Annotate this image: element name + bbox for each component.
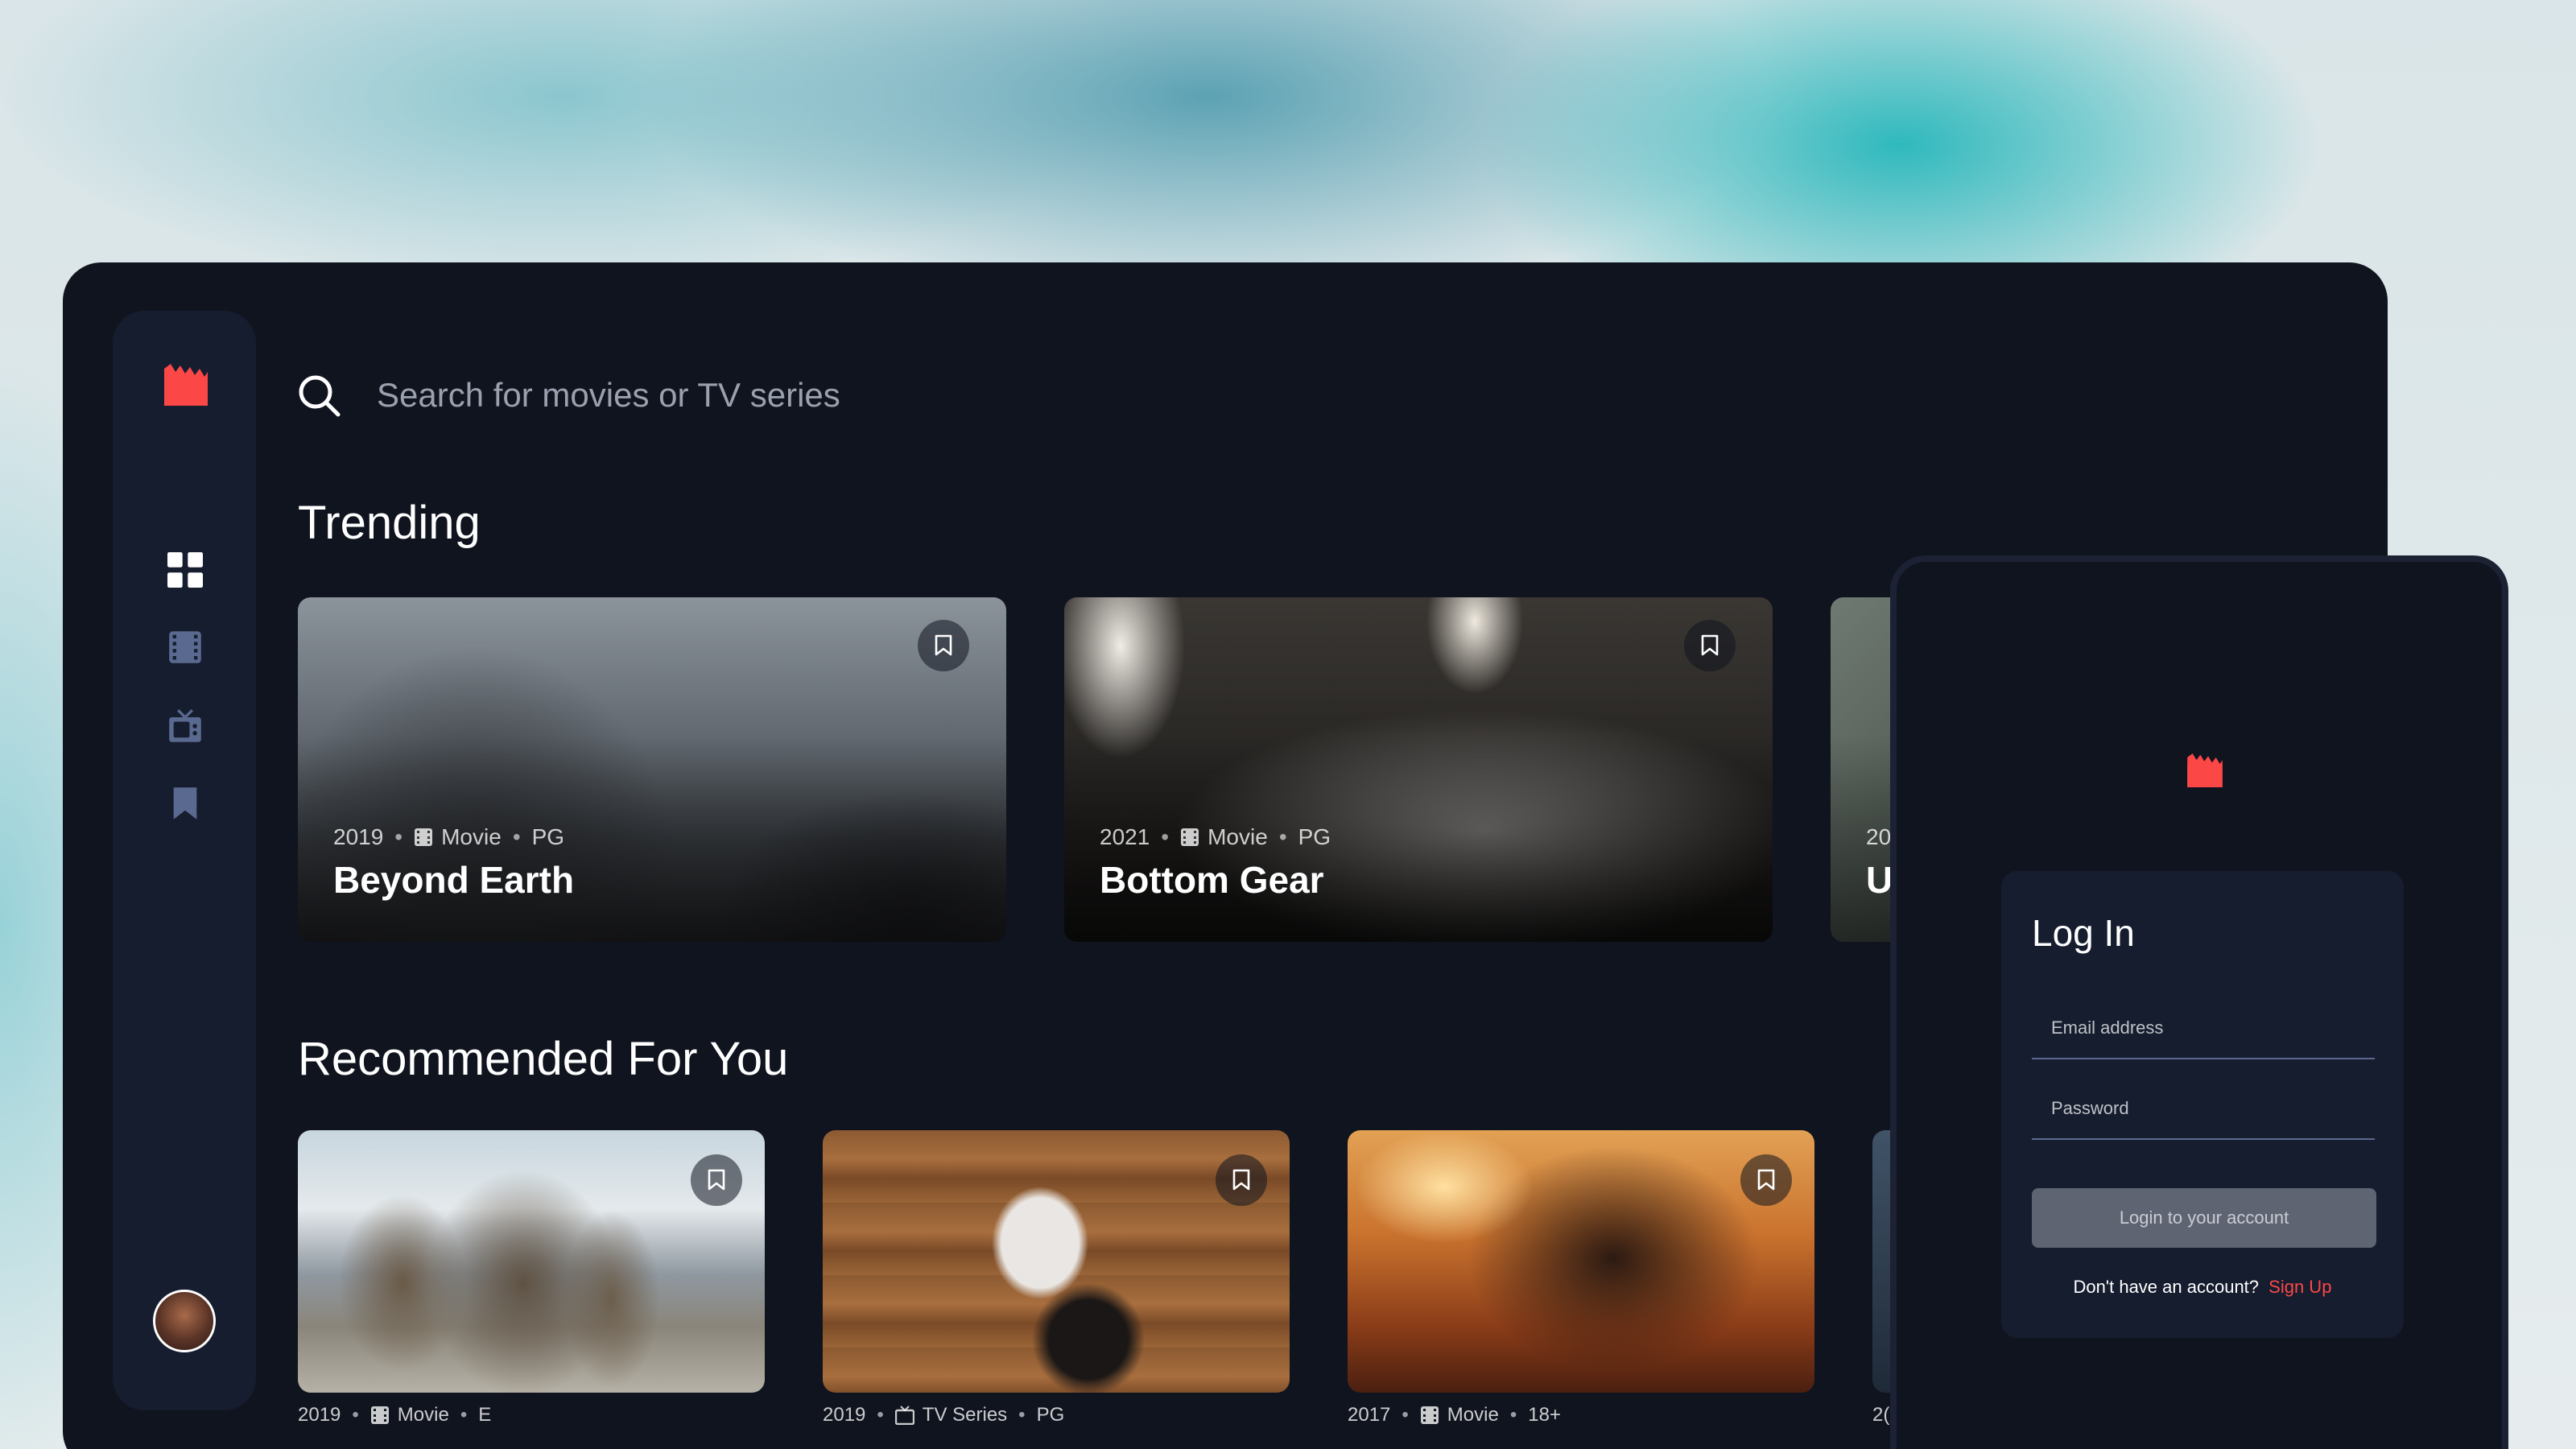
rating: PG xyxy=(1036,1404,1065,1426)
card-title: U xyxy=(1866,859,1893,901)
trending-heading: Trending xyxy=(298,497,481,549)
card-meta: 2( xyxy=(1872,1404,1889,1426)
trending-card[interactable]: 2021 • Movie • PG Bottom Gear xyxy=(1064,597,1773,942)
rating: PG xyxy=(531,824,565,849)
search-input[interactable] xyxy=(377,376,1343,415)
signup-prompt-text: Don't have an account? xyxy=(2073,1277,2260,1297)
year: 2019 xyxy=(298,1404,341,1426)
film-icon xyxy=(1420,1406,1439,1424)
clapperboard-icon[interactable] xyxy=(161,364,211,406)
bookmark-icon[interactable] xyxy=(167,786,203,821)
tv-icon[interactable] xyxy=(167,708,203,744)
year: 2( xyxy=(1872,1404,1890,1426)
bookmark-button[interactable] xyxy=(691,1154,742,1206)
rating: PG xyxy=(1298,824,1331,849)
card-meta: 2019 • Movie • E xyxy=(298,1404,492,1426)
tv-icon xyxy=(894,1406,914,1425)
bookmark-button[interactable] xyxy=(1684,620,1736,671)
rating: E xyxy=(478,1404,492,1426)
card-title: Beyond Earth xyxy=(333,859,575,901)
card-title: Bottom Gear xyxy=(1100,859,1324,901)
login-form: Log In Login to your account Don't have … xyxy=(2001,871,2404,1338)
email-input[interactable] xyxy=(2032,998,2375,1058)
recommended-card[interactable] xyxy=(1348,1130,1814,1393)
recommended-heading: Recommended For You xyxy=(298,1033,789,1085)
bookmark-button[interactable] xyxy=(918,620,969,671)
sidebar xyxy=(113,311,256,1410)
password-input[interactable] xyxy=(2032,1079,2375,1138)
film-icon[interactable] xyxy=(167,630,203,665)
login-button[interactable]: Login to your account xyxy=(2032,1188,2376,1248)
film-icon xyxy=(415,828,433,846)
grid-icon[interactable] xyxy=(167,552,203,588)
bookmark-button[interactable] xyxy=(1216,1154,1267,1206)
bookmark-empty-icon xyxy=(1701,634,1719,656)
year: 2021 xyxy=(1100,824,1150,849)
bookmark-empty-icon xyxy=(1757,1169,1775,1191)
signup-link[interactable]: Sign Up xyxy=(2268,1277,2331,1297)
bookmark-button[interactable] xyxy=(1740,1154,1792,1206)
year: 2019 xyxy=(333,824,384,849)
email-field xyxy=(2032,998,2375,1059)
recommended-card[interactable] xyxy=(298,1130,765,1393)
category: Movie xyxy=(397,1404,449,1426)
card-meta: 20 xyxy=(1866,824,1891,850)
category: Movie xyxy=(1208,824,1268,849)
year: 2019 xyxy=(823,1404,866,1426)
recommended-card[interactable] xyxy=(823,1130,1290,1393)
card-meta: 2019 • TV Series • PG xyxy=(823,1404,1065,1426)
card-meta: 2019 • Movie • PG xyxy=(333,824,565,849)
film-icon xyxy=(370,1406,389,1424)
clapperboard-icon xyxy=(2187,753,2223,787)
login-panel: Log In Login to your account Don't have … xyxy=(1890,555,2508,1449)
card-meta: 2021 • Movie • PG xyxy=(1100,824,1331,849)
avatar[interactable] xyxy=(153,1290,216,1352)
category: TV Series xyxy=(922,1404,1008,1426)
film-icon xyxy=(1181,828,1199,846)
category: Movie xyxy=(441,824,502,849)
search-icon xyxy=(299,375,341,417)
password-field xyxy=(2032,1079,2375,1140)
signup-prompt: Don't have an account? Sign Up xyxy=(2001,1277,2404,1298)
bookmark-empty-icon xyxy=(708,1169,725,1191)
bookmark-empty-icon xyxy=(1232,1169,1250,1191)
category: Movie xyxy=(1447,1404,1499,1426)
trending-card[interactable]: 2019 • Movie • PG Beyond Earth xyxy=(298,597,1006,942)
year: 2017 xyxy=(1348,1404,1391,1426)
bookmark-empty-icon xyxy=(935,634,952,656)
rating: 18+ xyxy=(1528,1404,1561,1426)
login-title: Log In xyxy=(2032,912,2135,954)
year: 20 xyxy=(1866,824,1892,849)
card-meta: 2017 • Movie • 18+ xyxy=(1348,1404,1561,1426)
search-bar xyxy=(296,367,1423,423)
